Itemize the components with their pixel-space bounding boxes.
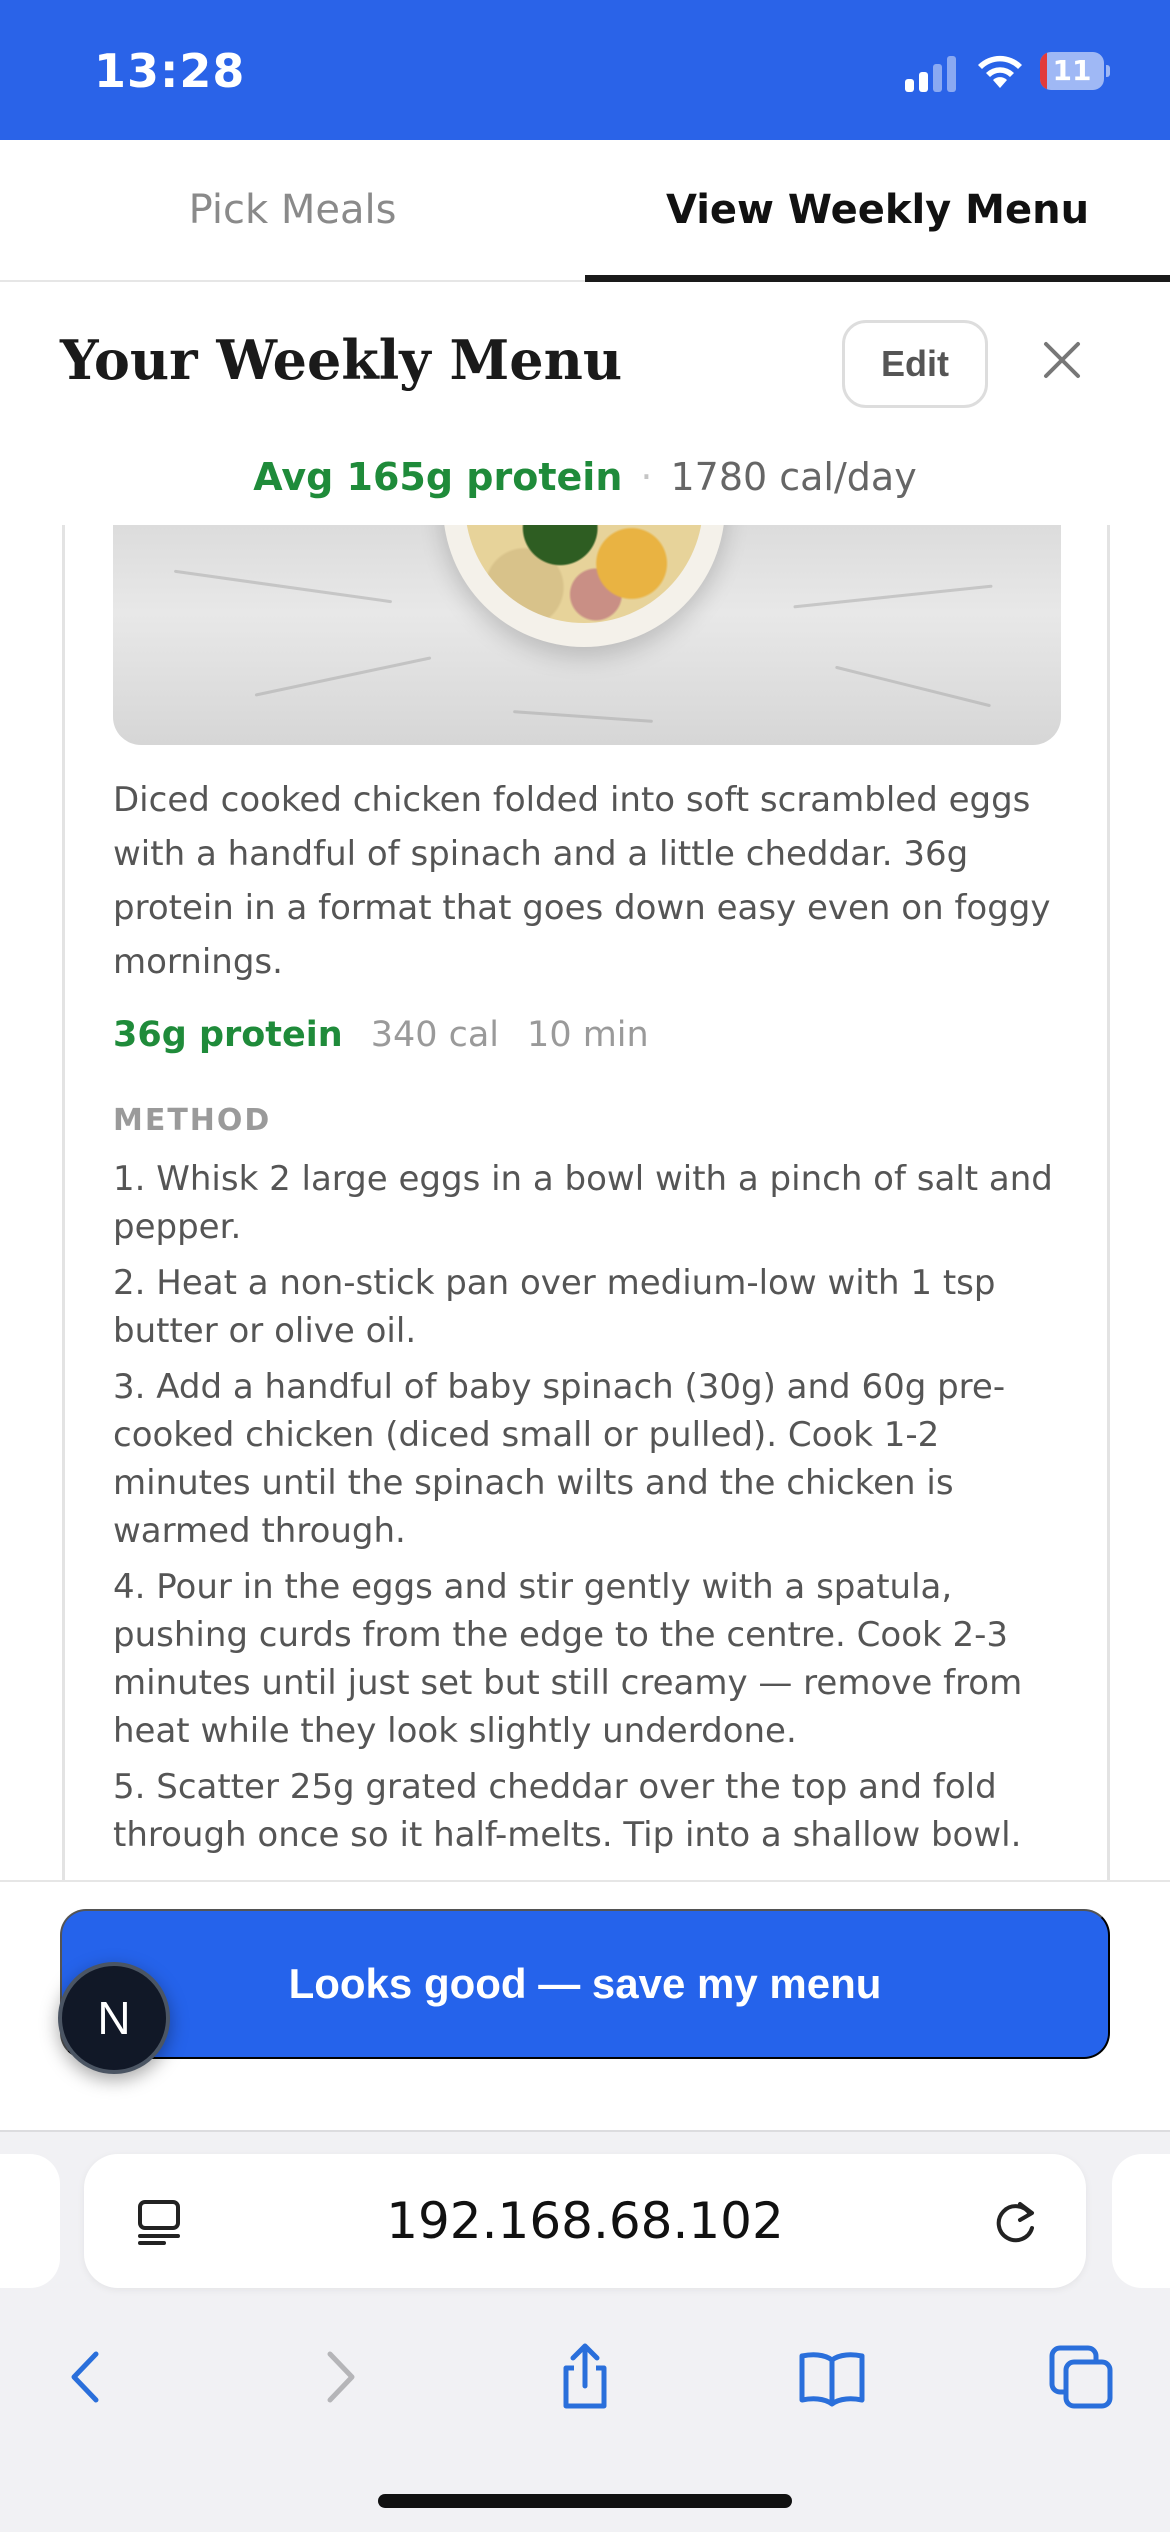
- method-step: 5. Scatter 25g grated cheddar over the t…: [113, 1767, 1022, 1855]
- meal-calories: 340 cal: [370, 1015, 500, 1055]
- method-heading: METHOD: [113, 1103, 272, 1138]
- meal-stats: 36g protein 340 cal 10 min: [113, 1015, 649, 1055]
- battery-percentage: 11: [1052, 54, 1092, 87]
- avg-protein: Avg 165g protein: [253, 455, 623, 499]
- tab-view-weekly-menu[interactable]: View Weekly Menu: [585, 140, 1170, 282]
- battery-icon: 11: [1040, 52, 1110, 90]
- tab-pick-meals[interactable]: Pick Meals: [0, 140, 585, 280]
- status-bar: 13:28 11: [0, 0, 1170, 140]
- method-step: 2. Heat a non-stick pan over medium-low …: [113, 1263, 996, 1351]
- status-time: 13:28: [94, 44, 246, 98]
- meal-description: Diced cooked chicken folded into soft sc…: [113, 780, 1051, 982]
- browser-toolbar: [0, 2322, 1170, 2432]
- tab-bar: Pick Meals View Weekly Menu: [0, 140, 1170, 282]
- cellular-signal-icon: [905, 52, 957, 92]
- browser-chrome: 192.168.68.102: [0, 2130, 1170, 2532]
- page-title: Your Weekly Menu: [60, 328, 623, 392]
- bookmarks-icon[interactable]: [797, 2342, 867, 2412]
- meal-card: Diced cooked chicken folded into soft sc…: [62, 525, 1110, 1880]
- avg-calories: 1780 cal/day: [670, 455, 917, 499]
- method-step: 4. Pour in the eggs and stir gently with…: [113, 1567, 1023, 1751]
- action-bar: Looks good — save my menu N: [0, 1880, 1170, 2130]
- url-text: 192.168.68.102: [386, 2192, 784, 2250]
- wifi-icon: [978, 55, 1022, 88]
- forward-icon[interactable]: [304, 2342, 374, 2412]
- method-step: 1. Whisk 2 large eggs in a bowl with a p…: [113, 1159, 1053, 1247]
- weekly-summary: Avg 165g protein · 1780 cal/day: [0, 455, 1170, 499]
- meal-protein: 36g protein: [113, 1015, 343, 1055]
- dev-tools-badge[interactable]: N: [58, 1962, 170, 2074]
- summary-separator: ·: [640, 455, 653, 499]
- reload-icon[interactable]: [990, 2196, 1042, 2248]
- address-bar[interactable]: 192.168.68.102: [84, 2154, 1086, 2288]
- save-menu-button[interactable]: Looks good — save my menu: [60, 1909, 1110, 2059]
- back-icon[interactable]: [52, 2342, 122, 2412]
- bowl-image: [443, 525, 725, 647]
- meal-time: 10 min: [527, 1015, 649, 1055]
- method-step: 3. Add a handful of baby spinach (30g) a…: [113, 1367, 1006, 1551]
- method-steps: 1. Whisk 2 large eggs in a bowl with a p…: [113, 1155, 1073, 1867]
- previous-tab-preview[interactable]: [0, 2154, 60, 2288]
- share-icon[interactable]: [550, 2342, 620, 2412]
- next-tab-preview[interactable]: [1112, 2154, 1170, 2288]
- close-icon[interactable]: [1036, 334, 1088, 386]
- tabs-icon[interactable]: [1046, 2342, 1116, 2412]
- home-indicator: [378, 2494, 792, 2508]
- edit-button[interactable]: Edit: [842, 320, 988, 408]
- meal-photo: [113, 525, 1061, 745]
